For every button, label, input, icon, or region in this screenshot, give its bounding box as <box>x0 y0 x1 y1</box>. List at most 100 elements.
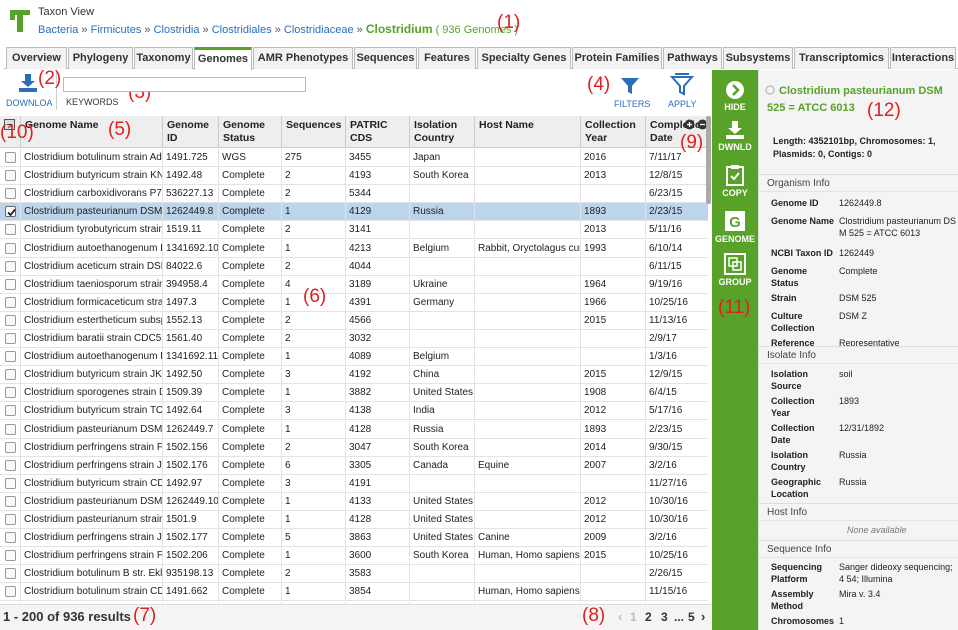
next-page-button[interactable]: › <box>701 609 705 624</box>
col-isolation-country[interactable]: Isolation Country <box>409 116 474 148</box>
row-checkbox[interactable] <box>5 296 16 308</box>
table-row[interactable]: Clostridium butyricum strain KNU-L1492.4… <box>0 167 708 186</box>
table-row[interactable]: Clostridium taeniosporum strain 1/k39495… <box>0 275 708 294</box>
row-checkbox[interactable] <box>5 260 16 272</box>
column-options-icon[interactable] <box>684 119 708 130</box>
row-checkbox[interactable] <box>5 441 16 453</box>
group-button[interactable]: GROUP <box>712 253 758 287</box>
tab-overview[interactable]: Overview <box>6 47 67 69</box>
row-checkbox[interactable] <box>5 152 16 163</box>
table-row[interactable]: Clostridium butyricum strain CDC_1492.97… <box>0 474 708 493</box>
row-checkbox[interactable] <box>5 459 16 471</box>
table-row[interactable]: Clostridium aceticum strain DSM 184022.6… <box>0 257 708 276</box>
prev-page-button[interactable]: ‹ <box>618 609 622 624</box>
row-checkbox[interactable] <box>5 314 16 326</box>
table-row[interactable]: Clostridium carboxidivorans P7 536227.13 C… <box>0 185 708 204</box>
tab-sequences[interactable]: Sequences <box>354 47 417 69</box>
col-collection-year[interactable]: Collection Year <box>580 116 645 148</box>
page-2-link[interactable]: 2 <box>645 610 652 624</box>
breadcrumb-firmicutes[interactable]: Firmicutes <box>91 24 142 36</box>
table-row[interactable]: Clostridium botulinum strain Adk201491.7… <box>0 149 708 167</box>
row-checkbox[interactable] <box>5 586 16 598</box>
filter-icon[interactable] <box>620 76 640 96</box>
row-checkbox[interactable] <box>5 224 16 236</box>
table-row[interactable]: Clostridium perfringens strain JP551502.… <box>0 456 708 475</box>
page-3-link[interactable]: 3 <box>661 610 668 624</box>
table-row[interactable]: Clostridium formicaceticum strain A1497.… <box>0 293 708 312</box>
table-row[interactable]: Clostridium perfringens strain JP831502.… <box>0 529 708 548</box>
row-checkbox[interactable] <box>5 495 16 507</box>
keywords-input[interactable] <box>63 77 306 92</box>
row-checkbox[interactable] <box>5 423 16 435</box>
table-row[interactable]: Clostridium perfringens strain FOR1502.1… <box>0 438 708 457</box>
tab-subsystems[interactable]: Subsystems <box>723 47 793 69</box>
col-host-name[interactable]: Host Name <box>474 116 580 148</box>
table-row[interactable]: Clostridium botulinum B str. Eklund93519… <box>0 565 708 584</box>
genome-button[interactable]: G GENOME <box>712 210 758 244</box>
tab-features[interactable]: Features <box>418 47 476 69</box>
table-row[interactable]: Clostridium sporogenes strain DSM1509.39… <box>0 384 708 403</box>
row-checkbox[interactable] <box>5 333 16 344</box>
tab-amr-phenotypes[interactable]: AMR Phenotypes <box>253 47 353 69</box>
row-checkbox[interactable] <box>5 514 16 525</box>
hide-button[interactable]: HIDE <box>712 80 758 112</box>
isolate-info-header[interactable]: Isolate Info <box>759 346 958 364</box>
tab-genomes[interactable]: Genomes <box>194 47 252 70</box>
table-row[interactable]: Clostridium tyrobutyricum strain KC1519.… <box>0 221 708 240</box>
breadcrumb-clostridia[interactable]: Clostridia <box>154 24 200 36</box>
table-row[interactable]: Clostridium pasteurianum strain M11501.9… <box>0 511 708 529</box>
col-genome-status[interactable]: Genome Status <box>218 116 281 148</box>
row-checkbox[interactable] <box>5 278 16 290</box>
tab-specialty-genes[interactable]: Specialty Genes <box>477 47 571 69</box>
table-row[interactable]: Clostridium estertheticum subsp. e1552.1… <box>0 311 708 330</box>
sequence-info-header[interactable]: Sequence Info <box>759 540 958 558</box>
col-genome-id[interactable]: Genome ID <box>162 116 218 148</box>
tab-interactions[interactable]: Interactions <box>890 47 956 69</box>
table-row[interactable]: Clostridium pasteurianum DSM 5251262449.… <box>0 420 708 439</box>
row-checkbox[interactable] <box>5 369 16 381</box>
table-row[interactable]: Clostridium butyricum strain TOA 1492.64 C… <box>0 402 708 421</box>
row-checkbox[interactable] <box>5 242 16 254</box>
table-row[interactable]: Clostridium pasteurianum DSM 5251262449.… <box>0 492 708 511</box>
row-checkbox[interactable] <box>5 550 16 562</box>
row-checkbox[interactable] <box>5 532 16 544</box>
apply-label[interactable]: APPLY <box>668 99 696 109</box>
apply-filter-icon[interactable] <box>670 73 694 97</box>
tab-taxonomy[interactable]: Taxonomy <box>134 47 193 69</box>
col-patric-cds[interactable]: PATRIC CDS <box>345 116 409 148</box>
download-label[interactable]: DOWNLOA <box>6 98 53 108</box>
row-checkbox[interactable] <box>5 206 16 218</box>
tab-protein-families[interactable]: Protein Families <box>572 47 662 69</box>
page-5-link[interactable]: 5 <box>688 610 695 624</box>
tab-pathways[interactable]: Pathways <box>663 47 722 69</box>
download-selection-button[interactable]: DWNLD <box>712 120 758 152</box>
row-checkbox[interactable] <box>5 387 16 399</box>
row-checkbox[interactable] <box>5 188 16 200</box>
cell-sequences: 1 <box>281 547 345 566</box>
tab-transcriptomics[interactable]: Transcriptomics <box>794 47 889 69</box>
breadcrumb-bacteria[interactable]: Bacteria <box>38 24 78 36</box>
row-checkbox[interactable] <box>5 351 16 363</box>
col-genome-name[interactable]: Genome Name <box>20 116 162 148</box>
table-row[interactable]: Clostridium perfringens strain FOR1502.2… <box>0 547 708 566</box>
grid-scrollbar[interactable] <box>706 116 711 204</box>
table-row[interactable]: Clostridium autoethanogenum DSM1341692.1… <box>0 348 708 367</box>
tab-phylogeny[interactable]: Phylogeny <box>68 47 133 69</box>
table-row[interactable]: Clostridium autoethanogenum DSM1341692.1… <box>0 239 708 258</box>
row-checkbox[interactable] <box>5 477 16 489</box>
host-info-header[interactable]: Host Info <box>759 503 958 521</box>
breadcrumb-clostridiaceae[interactable]: Clostridiaceae <box>284 24 354 36</box>
table-row[interactable]: Clostridium baratii strain CDC51261561.4… <box>0 330 708 348</box>
col-sequences[interactable]: Sequences <box>281 116 345 148</box>
organism-info-header[interactable]: Organism Info <box>759 174 958 192</box>
download-icon[interactable] <box>18 73 38 93</box>
table-row[interactable]: Clostridium botulinum strain CDC_(1491.6… <box>0 583 708 602</box>
row-checkbox[interactable] <box>5 170 16 182</box>
table-row[interactable]: Clostridium butyricum strain JKY6D1492.5… <box>0 366 708 385</box>
table-row[interactable]: Clostridium pasteurianum DSM 5251262449.… <box>0 203 708 222</box>
row-checkbox[interactable] <box>5 405 16 417</box>
filters-label[interactable]: FILTERS <box>614 99 650 109</box>
breadcrumb-clostridiales[interactable]: Clostridiales <box>212 24 272 36</box>
copy-button[interactable]: COPY <box>712 164 758 198</box>
row-checkbox[interactable] <box>5 568 16 580</box>
